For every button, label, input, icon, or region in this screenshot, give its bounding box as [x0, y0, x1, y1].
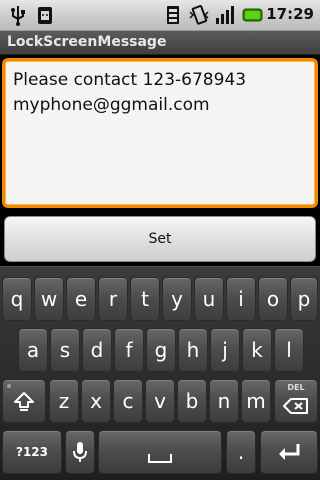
key-r[interactable]: r [98, 277, 128, 321]
sim-icon [167, 6, 179, 24]
key-e[interactable]: e [66, 277, 96, 321]
space-icon [148, 454, 172, 463]
key-v[interactable]: v [145, 379, 175, 423]
key-w[interactable]: w [34, 277, 64, 321]
soft-keyboard: q w e r t y u i o p a s d f g h j k l z … [0, 266, 320, 480]
set-button[interactable]: Set [4, 216, 316, 262]
enter-icon [279, 444, 300, 460]
key-z[interactable]: z [49, 379, 79, 423]
key-i[interactable]: i [226, 277, 256, 321]
key-d[interactable]: d [82, 328, 112, 372]
key-f[interactable]: f [114, 328, 144, 372]
vibrate-icon [189, 5, 209, 25]
battery-icon [242, 8, 263, 22]
status-bar: 17:29 [0, 0, 320, 31]
shift-icon [14, 392, 34, 411]
key-h[interactable]: h [178, 328, 208, 372]
microphone-icon [73, 442, 87, 462]
symbols-key[interactable]: ?123 [2, 430, 62, 474]
delete-label: DEL [287, 383, 305, 392]
app-title: LockScreenMessage [7, 34, 167, 50]
key-t[interactable]: t [130, 277, 160, 321]
key-m[interactable]: m [241, 379, 271, 423]
key-s[interactable]: s [50, 328, 80, 372]
android-icon [38, 7, 52, 24]
status-time: 17:29 [266, 5, 314, 23]
key-g[interactable]: g [146, 328, 176, 372]
key-y[interactable]: y [162, 277, 192, 321]
key-l[interactable]: l [274, 328, 304, 372]
key-j[interactable]: j [210, 328, 240, 372]
key-b[interactable]: b [177, 379, 207, 423]
delete-key[interactable]: DEL [274, 379, 318, 423]
key-o[interactable]: o [258, 277, 288, 321]
shift-key[interactable] [2, 379, 46, 423]
key-q[interactable]: q [2, 277, 32, 321]
enter-key[interactable] [260, 430, 318, 474]
message-input[interactable]: Please contact 123-678943 myphone@ggmail… [2, 58, 318, 208]
signal-icon [216, 6, 234, 24]
key-p[interactable]: p [290, 277, 318, 321]
space-key[interactable] [98, 430, 222, 474]
backspace-icon [283, 398, 308, 414]
usb-icon [11, 6, 25, 26]
key-x[interactable]: x [81, 379, 111, 423]
key-u[interactable]: u [194, 277, 224, 321]
key-k[interactable]: k [242, 328, 272, 372]
key-a[interactable]: a [18, 328, 48, 372]
shift-indicator-icon [7, 384, 11, 388]
key-n[interactable]: n [209, 379, 239, 423]
key-c[interactable]: c [113, 379, 143, 423]
mic-key[interactable] [65, 430, 95, 474]
app-title-bar: LockScreenMessage [0, 31, 320, 55]
period-key[interactable]: . [226, 430, 256, 474]
